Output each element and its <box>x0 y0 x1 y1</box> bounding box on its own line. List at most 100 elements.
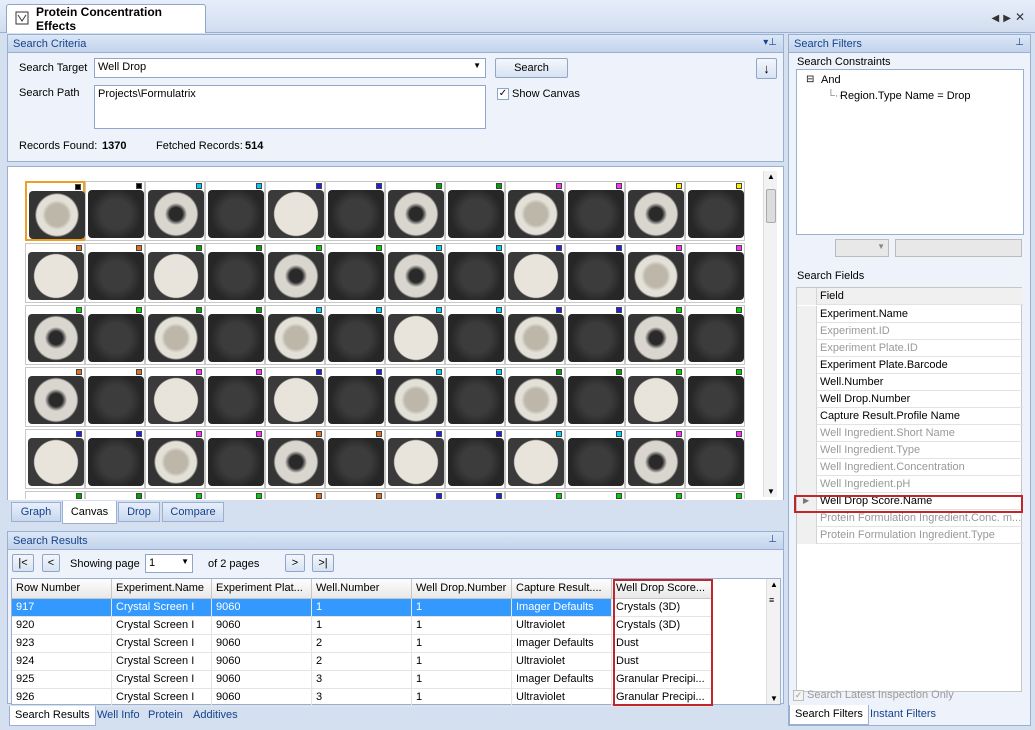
well-image-cell[interactable] <box>265 491 325 499</box>
page-select[interactable]: 1 ▼ <box>145 554 193 573</box>
tab-well-info[interactable]: Well Info <box>92 706 145 726</box>
scroll-thumb[interactable] <box>766 189 776 223</box>
checkbox-check-icon[interactable]: ✓ <box>497 88 509 100</box>
well-image-cell[interactable] <box>685 429 745 489</box>
well-image-cell[interactable] <box>85 491 145 499</box>
table-row[interactable]: 926 Crystal Screen I 9060 3 1 Ultraviolet Gran… <box>12 689 712 707</box>
search-path-field[interactable]: Projects\Formulatrix <box>94 85 486 129</box>
arrow-down-icon[interactable]: ↓ <box>756 58 777 79</box>
well-image-cell[interactable] <box>625 491 685 499</box>
field-row[interactable]: Well Ingredient.Concentration <box>797 459 1023 476</box>
scroll-up-icon[interactable]: ▲ <box>770 580 778 589</box>
well-image-cell[interactable] <box>265 429 325 489</box>
well-image-cell[interactable] <box>385 305 445 365</box>
field-row[interactable]: Experiment Plate.ID <box>797 340 1023 357</box>
well-image-cell[interactable] <box>625 305 685 365</box>
well-image-cell[interactable] <box>265 243 325 303</box>
table-row[interactable]: 925 Crystal Screen I 9060 3 1 Imager Defaults… <box>12 671 712 689</box>
column-header[interactable]: Experiment.Name <box>112 579 212 599</box>
field-row[interactable]: Well Drop.Number <box>797 391 1023 408</box>
well-image-cell[interactable] <box>145 367 205 427</box>
well-image-cell[interactable] <box>445 181 505 241</box>
column-header[interactable]: Well Drop.Number <box>412 579 512 599</box>
scroll-right-icon[interactable]: ▶ <box>1003 13 1015 24</box>
well-image-cell[interactable] <box>685 181 745 241</box>
tree-root-node[interactable]: And <box>821 74 841 86</box>
tab-canvas[interactable]: Canvas <box>62 501 117 524</box>
last-page-icon[interactable]: >| <box>312 554 334 572</box>
well-image-cell[interactable] <box>205 429 265 489</box>
well-image-cell[interactable] <box>325 429 385 489</box>
well-image-cell[interactable] <box>325 305 385 365</box>
table-scrollbar[interactable]: ▲ ≡ ▼ <box>766 579 780 704</box>
well-image-cell[interactable] <box>85 367 145 427</box>
well-image-cell[interactable] <box>25 243 85 303</box>
tab-search-results[interactable]: Search Results <box>9 706 96 726</box>
well-image-cell[interactable] <box>325 243 385 303</box>
well-image-cell[interactable] <box>505 491 565 499</box>
collapse-icon[interactable]: ⊟ <box>806 74 814 85</box>
next-page-icon[interactable]: > <box>285 554 305 572</box>
tab-additives[interactable]: Additives <box>188 706 243 726</box>
pin-icon[interactable]: ▾⊥ <box>763 37 777 48</box>
well-image-cell[interactable] <box>205 181 265 241</box>
column-header[interactable]: Experiment Plat... <box>212 579 312 599</box>
well-image-cell[interactable] <box>385 243 445 303</box>
tab-protein[interactable]: Protein <box>143 706 188 726</box>
well-image-cell[interactable] <box>685 491 745 499</box>
tab-compare[interactable]: Compare <box>162 502 224 522</box>
well-image-cell[interactable] <box>445 243 505 303</box>
well-image-cell[interactable] <box>385 491 445 499</box>
well-image-cell[interactable] <box>505 243 565 303</box>
tree-child-node[interactable]: Region.Type Name = Drop <box>840 90 971 102</box>
well-image-cell[interactable] <box>25 305 85 365</box>
well-image-cell[interactable] <box>265 367 325 427</box>
scroll-down-icon[interactable]: ▼ <box>767 487 775 496</box>
well-image-cell[interactable] <box>385 181 445 241</box>
well-image-cell[interactable] <box>625 367 685 427</box>
well-image-cell[interactable] <box>145 181 205 241</box>
canvas-scrollbar[interactable]: ▲ ▼ <box>763 171 777 497</box>
scroll-thumb[interactable]: ≡ <box>769 595 774 605</box>
well-image-cell[interactable] <box>565 243 625 303</box>
field-row[interactable]: Experiment.ID <box>797 323 1023 340</box>
well-image-cell[interactable] <box>385 367 445 427</box>
checkbox-check-icon[interactable]: ✓ <box>793 689 804 701</box>
well-image-cell[interactable] <box>145 243 205 303</box>
well-image-cell[interactable] <box>265 181 325 241</box>
close-icon[interactable]: ✕ <box>1015 10 1029 24</box>
field-row[interactable]: Experiment Plate.Barcode <box>797 357 1023 374</box>
well-image-cell[interactable] <box>625 181 685 241</box>
well-image-cell[interactable] <box>565 429 625 489</box>
well-image-cell[interactable] <box>205 491 265 499</box>
well-image-cell[interactable] <box>325 367 385 427</box>
well-image-cell[interactable] <box>25 491 85 499</box>
well-image-cell[interactable] <box>505 305 565 365</box>
field-row[interactable]: Well.Number <box>797 374 1023 391</box>
well-image-cell[interactable] <box>205 367 265 427</box>
well-image-cell[interactable] <box>385 429 445 489</box>
well-image-cell[interactable] <box>85 305 145 365</box>
well-image-cell[interactable] <box>205 243 265 303</box>
well-image-cell[interactable] <box>565 181 625 241</box>
first-page-icon[interactable]: |< <box>12 554 34 572</box>
field-row[interactable]: Well Ingredient.Short Name <box>797 425 1023 442</box>
constraint-value-field[interactable] <box>895 239 1022 257</box>
well-image-cell[interactable] <box>445 305 505 365</box>
tab-graph[interactable]: Graph <box>11 502 61 522</box>
well-image-cell[interactable] <box>685 305 745 365</box>
field-row[interactable]: Well Ingredient.pH <box>797 476 1023 493</box>
pin-icon[interactable]: ⊥ <box>1015 37 1024 48</box>
well-image-cell[interactable] <box>505 367 565 427</box>
well-image-cell[interactable] <box>565 305 625 365</box>
field-row[interactable]: Experiment.Name <box>797 306 1023 323</box>
table-row[interactable]: 924 Crystal Screen I 9060 2 1 Ultraviolet Dust <box>12 653 712 671</box>
operator-select[interactable]: ▼ <box>835 239 889 257</box>
well-image-cell[interactable] <box>685 367 745 427</box>
well-image-cell[interactable] <box>145 491 205 499</box>
search-target-select[interactable]: Well Drop ▼ <box>94 58 486 78</box>
show-canvas-checkbox[interactable]: ✓ Show Canvas <box>497 88 580 100</box>
well-image-cell[interactable] <box>445 367 505 427</box>
well-image-cell[interactable] <box>25 181 85 241</box>
chevron-down-icon[interactable]: ▼ <box>181 557 189 566</box>
